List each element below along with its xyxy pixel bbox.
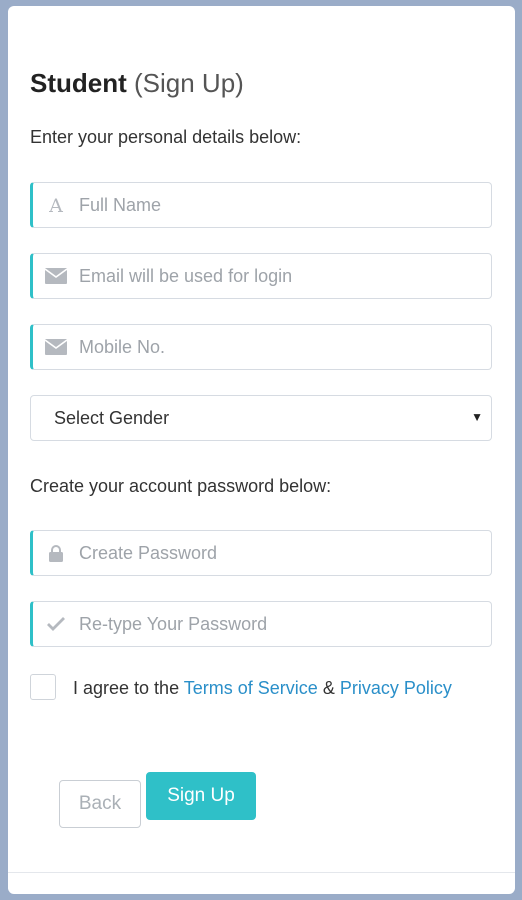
font-icon: A xyxy=(33,196,79,214)
envelope-icon xyxy=(33,339,79,355)
retype-password-input[interactable] xyxy=(79,602,491,646)
title-light: (Sign Up) xyxy=(134,68,244,98)
caret-down-icon: ▼ xyxy=(471,410,483,424)
create-password-field[interactable] xyxy=(30,530,492,576)
email-field[interactable] xyxy=(30,253,492,299)
svg-text:A: A xyxy=(48,196,63,214)
check-icon xyxy=(33,617,79,631)
privacy-policy-link[interactable]: Privacy Policy xyxy=(340,678,452,698)
create-password-input[interactable] xyxy=(79,531,491,575)
envelope-icon xyxy=(33,268,79,284)
back-button[interactable]: Back xyxy=(59,780,141,828)
full-name-input[interactable] xyxy=(79,183,491,227)
agree-checkbox[interactable] xyxy=(30,674,56,700)
page-title: Student (Sign Up) xyxy=(30,68,244,99)
gender-select[interactable]: Select Gender ▼ xyxy=(30,395,492,441)
signup-card: Student (Sign Up) Enter your personal de… xyxy=(8,6,515,894)
mobile-input[interactable] xyxy=(79,325,491,369)
sign-up-button[interactable]: Sign Up xyxy=(146,772,256,820)
agree-prefix: I agree to the xyxy=(73,678,184,698)
agree-text: I agree to the Terms of Service & Privac… xyxy=(73,674,473,702)
mobile-field[interactable] xyxy=(30,324,492,370)
personal-details-label: Enter your personal details below: xyxy=(30,127,302,147)
terms-of-service-link[interactable]: Terms of Service xyxy=(184,678,318,698)
divider xyxy=(8,872,515,873)
full-name-field[interactable]: A xyxy=(30,182,492,228)
title-strong: Student xyxy=(30,68,127,98)
agree-amp: & xyxy=(317,678,340,698)
lock-icon xyxy=(33,544,79,562)
retype-password-field[interactable] xyxy=(30,601,492,647)
email-input[interactable] xyxy=(79,254,491,298)
password-section-label: Create your account password below: xyxy=(30,476,332,496)
gender-select-value: Select Gender xyxy=(54,407,170,428)
